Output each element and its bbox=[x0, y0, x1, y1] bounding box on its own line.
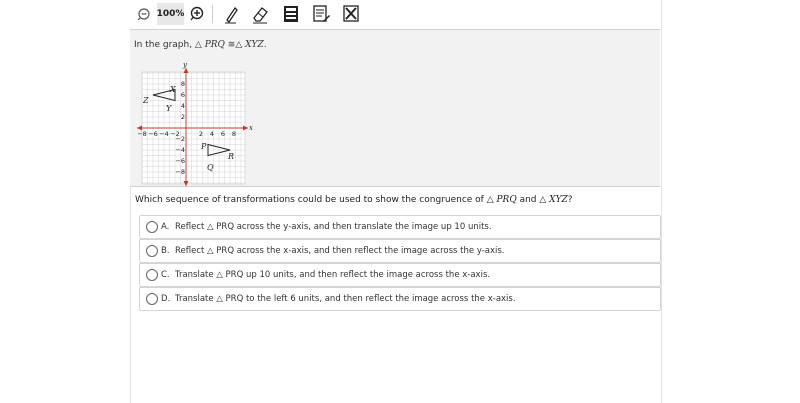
x-tick-label: 4 bbox=[210, 130, 214, 138]
question-triangle-1: PRQ bbox=[496, 195, 517, 205]
coordinate-graph: x y −8 −6 −4 −2 2 4 6 8 8 6 4 2 −2 −4 −6… bbox=[137, 61, 253, 186]
choice-b[interactable]: B. Reflect △ PRQ across the x-axis, and … bbox=[139, 239, 661, 263]
eraser-icon[interactable] bbox=[250, 3, 270, 25]
x-tick-label: −6 bbox=[148, 130, 158, 138]
point-label-q: Q bbox=[207, 163, 214, 172]
choice-letter: A. bbox=[161, 222, 170, 232]
point-label-x: X bbox=[169, 85, 176, 94]
choice-letter: B. bbox=[161, 246, 170, 256]
radio-button-d[interactable] bbox=[146, 293, 158, 305]
x-tick-label: 6 bbox=[221, 130, 225, 138]
radio-button-c[interactable] bbox=[146, 269, 158, 281]
choice-text: Translate △ PRQ up 10 units, and then re… bbox=[175, 270, 491, 280]
choice-text: Reflect △ PRQ across the y-axis, and the… bbox=[175, 222, 492, 232]
stem-suffix: . bbox=[263, 40, 267, 50]
question-text: Which sequence of transformations could … bbox=[135, 195, 573, 205]
stem-triangle-2: XYZ bbox=[245, 40, 264, 50]
x-tick-label: 2 bbox=[199, 130, 203, 138]
y-tick-label: −4 bbox=[175, 146, 185, 154]
x-tick-label: −8 bbox=[137, 130, 147, 138]
point-label-p: P bbox=[200, 142, 207, 151]
choice-text: Translate △ PRQ to the left 6 units, and… bbox=[175, 294, 516, 304]
eliminate-icon[interactable] bbox=[342, 3, 360, 25]
choice-text: Reflect △ PRQ across the x-axis, and the… bbox=[175, 246, 505, 256]
y-tick-label: 8 bbox=[181, 80, 185, 88]
question-mid: and △ bbox=[516, 195, 550, 205]
toolbar-divider bbox=[212, 5, 213, 23]
radio-button-b[interactable] bbox=[146, 245, 158, 257]
choice-d[interactable]: D. Translate △ PRQ to the left 6 units, … bbox=[139, 287, 661, 311]
point-label-y: Y bbox=[166, 104, 172, 113]
pen-icon[interactable] bbox=[222, 3, 240, 25]
stem-prefix: In the graph, △ bbox=[134, 40, 205, 50]
y-tick-label: 4 bbox=[181, 102, 185, 110]
radio-button-a[interactable] bbox=[146, 221, 158, 233]
zoom-in-icon[interactable] bbox=[188, 3, 206, 25]
notepad-icon[interactable] bbox=[311, 3, 331, 25]
zoom-level[interactable]: 100% bbox=[157, 3, 184, 25]
question-triangle-2: XYZ bbox=[549, 195, 568, 205]
point-label-z: Z bbox=[142, 96, 149, 105]
choice-letter: C. bbox=[161, 270, 170, 280]
choice-a[interactable]: A. Reflect △ PRQ across the y-axis, and … bbox=[139, 215, 661, 239]
choice-c[interactable]: C. Translate △ PRQ up 10 units, and then… bbox=[139, 263, 661, 287]
calculator-icon[interactable] bbox=[282, 3, 300, 25]
x-tick-label: −4 bbox=[159, 130, 169, 138]
question-suffix: ? bbox=[567, 195, 573, 205]
point-label-r: R bbox=[227, 152, 234, 161]
x-axis-label: x bbox=[249, 124, 253, 132]
x-axis-arrow bbox=[243, 125, 248, 131]
choice-letter: D. bbox=[161, 294, 171, 304]
y-tick-label: −8 bbox=[175, 168, 185, 176]
y-axis-label: y bbox=[182, 61, 188, 69]
question-prefix: Which sequence of transformations could … bbox=[135, 195, 497, 205]
toolbar bbox=[130, 0, 660, 30]
y-tick-label: −6 bbox=[175, 157, 185, 165]
x-tick-label: 8 bbox=[232, 130, 236, 138]
y-tick-label: 2 bbox=[181, 113, 185, 121]
stem-congruent: ≅△ bbox=[224, 40, 246, 50]
zoom-out-icon[interactable] bbox=[136, 3, 154, 25]
stem-text: In the graph, △ PRQ ≅△ XYZ. bbox=[134, 40, 267, 50]
stem-triangle-1: PRQ bbox=[204, 40, 225, 50]
y-tick-label: 6 bbox=[181, 91, 185, 99]
y-tick-label: −2 bbox=[175, 135, 185, 143]
